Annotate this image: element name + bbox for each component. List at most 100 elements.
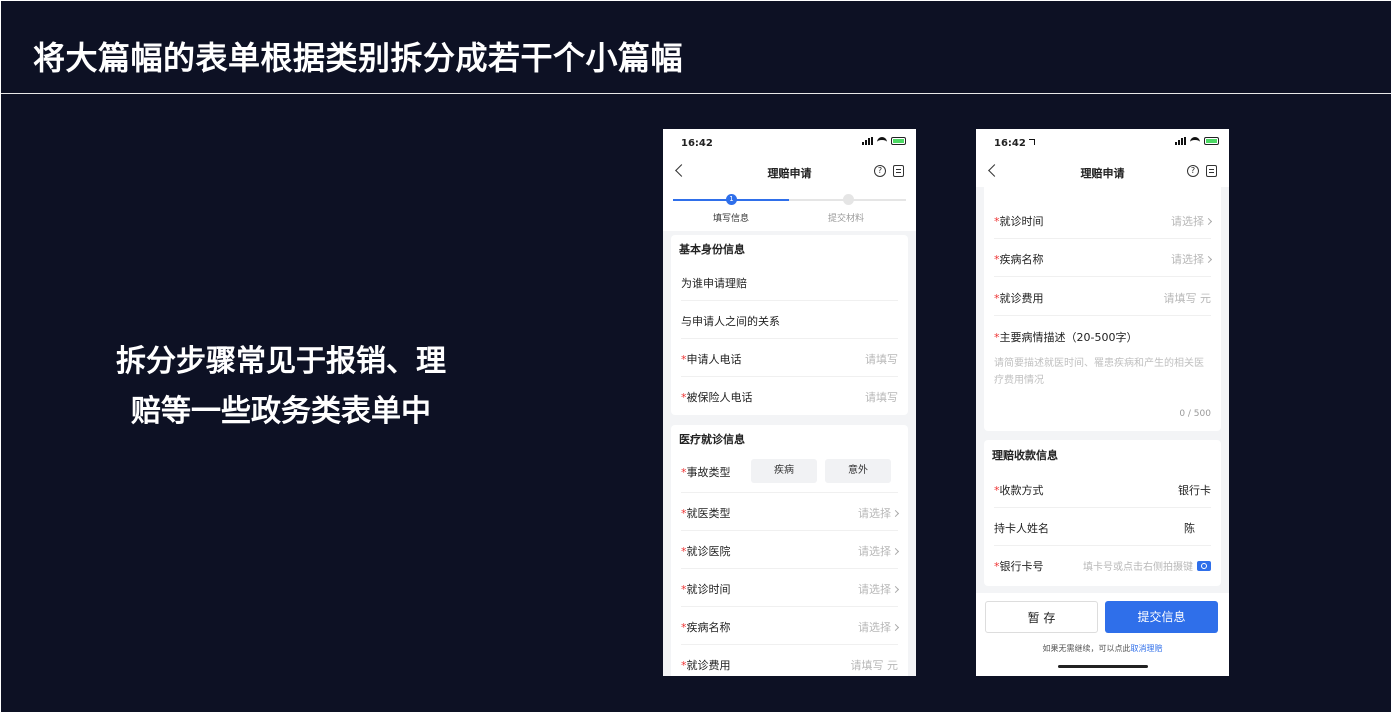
char-counter: 0 / 500 [1179,409,1211,419]
form-row-applicant-phone[interactable]: *申请人电话 请填写 [681,339,898,377]
field-label: 为谁申请理赔 [681,277,747,290]
save-draft-button[interactable]: 暂 存 [985,601,1098,633]
hint-text: 如果无需继续，可以点此 [1042,644,1131,653]
field-value-text: 请选择 [1171,215,1204,228]
form-row-card-number[interactable]: *银行卡号 填卡号或点击右侧拍摄键 [994,546,1211,584]
step-2-dot [843,194,854,205]
field-value: 请填写 元 [1163,292,1212,305]
field-label: *疾病名称 [994,253,1044,266]
field-label: *主要病情描述（20-500字） [994,331,1138,344]
form-row-fee[interactable]: *就诊费用 请填写 元 [681,645,898,676]
chevron-right-icon [1204,217,1213,226]
field-label: *收款方式 [994,484,1044,497]
field-label: 持卡人姓名 [994,522,1049,535]
field-label: *就诊费用 [681,659,731,672]
footer-bar: 暂 存 提交信息 如果无需继续，可以点此取消理赔 [976,593,1229,676]
field-label: *事故类型 [681,466,731,479]
field-label-text: 就医类型 [686,507,731,520]
camera-icon[interactable] [1197,561,1211,571]
form-row-who[interactable]: 为谁申请理赔 [681,263,898,301]
battery-icon [1204,137,1219,145]
field-label-text: 疾病名称 [999,253,1044,266]
wifi-icon [877,137,887,145]
document-icon[interactable] [893,165,904,177]
form-row-visit-time[interactable]: *就诊时间 请选择 [994,201,1213,239]
form-row-disease[interactable]: *疾病名称 请选择 [681,607,900,645]
field-label-text: 疾病名称 [686,621,731,634]
status-time: 16:42 [994,138,1035,149]
step-1-dot: 1 [726,194,737,205]
battery-icon [891,137,906,145]
field-label-text: 就诊时间 [686,583,731,596]
chip-accident[interactable]: 意外 [825,459,891,483]
field-value: 请选择 [1171,251,1213,267]
field-label-text: 就诊医院 [686,545,731,558]
field-label: *申请人电话 [681,353,742,366]
field-label-text: 收款方式 [999,484,1044,497]
phone-screen-step1: 16:42 理赔申请 ? 1 填写信息 提交材料 基本身份信息 为谁申请理赔 与… [663,129,916,676]
form-row-visit-type[interactable]: *就医类型 请选择 [681,493,900,531]
submit-button[interactable]: 提交信息 [1105,601,1218,633]
field-label-text: 就诊费用 [686,659,731,672]
medical-info-card: 医疗就诊信息 *事故类型 疾病 意外 *就医类型 请选择 *就诊医院 请选择 *… [671,425,908,676]
slide-title: 将大篇幅的表单根据类别拆分成若干个小篇幅 [33,39,684,77]
chip-disease[interactable]: 疾病 [751,459,817,483]
field-value-text: 请选择 [858,583,891,596]
field-label: 与申请人之间的关系 [681,315,780,328]
step-1-label[interactable]: 填写信息 [713,211,749,224]
field-value: 请填写 [865,353,898,366]
payment-info-card: 理赔收款信息 *收款方式 银行卡 持卡人姓名 陈 *银行卡号 填卡号或点击右侧拍… [984,440,1221,586]
status-icons [862,137,906,145]
form-row-accident-type: *事故类型 疾病 意外 [681,451,898,493]
nav-bar: 理赔申请 ? [663,157,916,187]
form-row-hospital[interactable]: *就诊医院 请选择 [681,531,900,569]
field-value: 请选择 [858,505,900,521]
form-row-fee[interactable]: *就诊费用 请填写 元 [994,278,1211,316]
field-value: 请选择 [1171,213,1213,229]
field-label-text: 就诊时间 [999,215,1044,228]
caption-line-2: 赔等一些政务类表单中 [131,394,431,429]
field-value: 银行卡 [1178,484,1211,497]
status-bar: 16:42 [663,129,916,157]
help-icon[interactable]: ? [1187,165,1199,177]
status-bar: 16:42 [976,129,1229,157]
step-indicator: 1 填写信息 提交材料 [663,187,916,231]
status-icons [1175,137,1219,145]
form-row-cardholder[interactable]: 持卡人姓名 陈 [994,508,1211,546]
section-title: 理赔收款信息 [992,449,1058,462]
field-value: 陈 [1184,522,1195,535]
card-number-placeholder: 填卡号或点击右侧拍摄键 [1083,562,1193,573]
form-row-disease[interactable]: *疾病名称 请选择 [994,239,1213,277]
caption-line-1: 拆分步骤常见于报销、理 [116,344,446,379]
step-2-label[interactable]: 提交材料 [828,211,864,224]
form-row-relation[interactable]: 与申请人之间的关系 [681,301,898,339]
field-value-text: 请选择 [858,545,891,558]
field-value: 请选择 [858,543,900,559]
status-time-text: 16:42 [994,138,1026,149]
card-number-input[interactable]: 填卡号或点击右侧拍摄键 [1083,558,1211,573]
field-label-text: 申请人电话 [686,353,742,366]
description-textarea[interactable]: 请简要描述就医时间、罹患疾病和产生的相关医疗费用情况 [994,355,1211,389]
document-icon[interactable] [1206,165,1217,177]
form-row-payment-method[interactable]: *收款方式 银行卡 [994,470,1211,508]
cancel-claim-link[interactable]: 取消理赔 [1131,644,1163,653]
section-title: 基本身份信息 [679,243,745,256]
form-row-insured-phone[interactable]: *被保险人电话 请填写 [681,377,898,415]
chevron-right-icon [891,509,900,518]
help-icon[interactable]: ? [874,165,886,177]
form-row-description[interactable]: *主要病情描述（20-500字） 请简要描述就医时间、罹患疾病和产生的相关医疗费… [984,317,1221,431]
field-value: 请选择 [858,581,900,597]
field-value-text: 请选择 [858,507,891,520]
section-title: 医疗就诊信息 [679,433,745,446]
chevron-right-icon [891,623,900,632]
chevron-right-icon [1204,255,1213,264]
field-label-text: 被保险人电话 [686,391,753,404]
nav-bar: 理赔申请 ? [976,157,1229,187]
signal-icon [862,137,873,145]
slide-caption: 拆分步骤常见于报销、理 赔等一些政务类表单中 [81,337,481,437]
chevron-right-icon [891,547,900,556]
field-label-text: 就诊费用 [999,292,1044,305]
field-label: *就诊时间 [681,583,731,596]
field-value: 请填写 [865,391,898,404]
form-row-visit-time[interactable]: *就诊时间 请选择 [681,569,900,607]
